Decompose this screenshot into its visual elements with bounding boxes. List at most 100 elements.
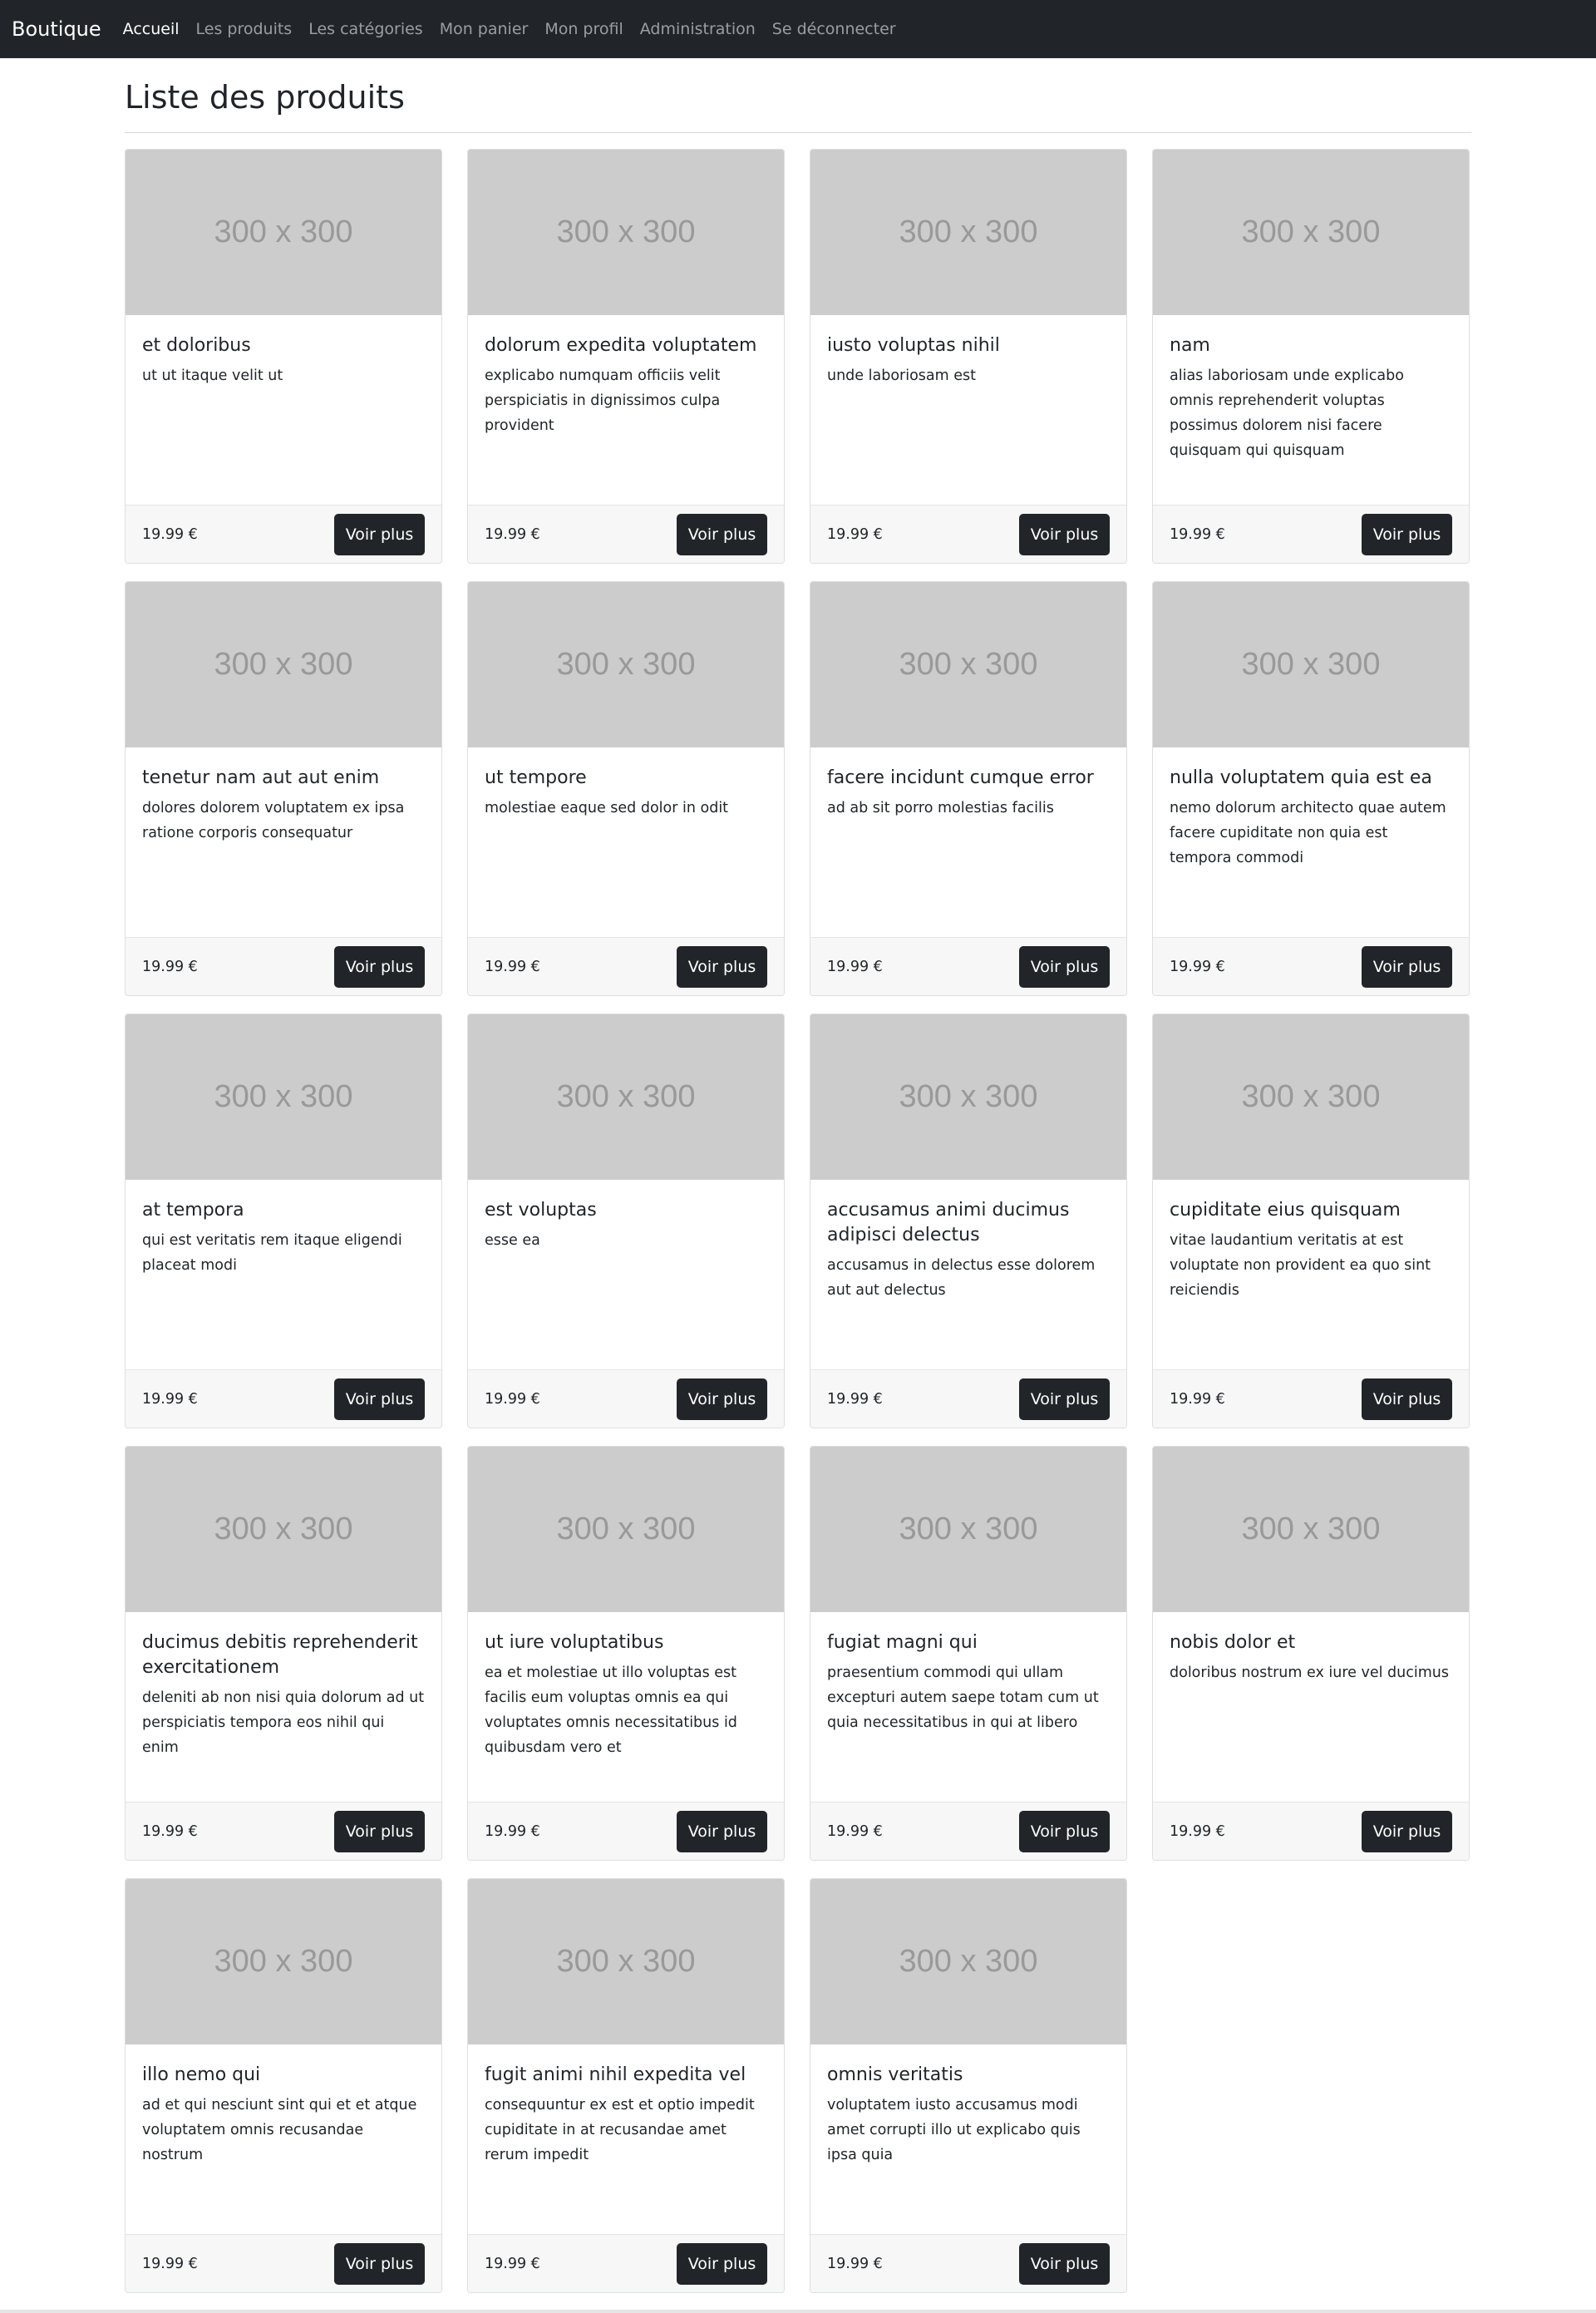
product-image: 300 x 300 [468,1447,784,1612]
image-placeholder-label: 300 x 300 [899,1512,1038,1546]
card-footer: 19.99 € Voir plus [126,1802,441,1860]
voir-plus-button[interactable]: Voir plus [677,2243,767,2285]
product-description: voluptatem iusto accusamus modi amet cor… [827,2097,1081,2163]
product-image: 300 x 300 [1153,150,1469,315]
product-title: illo nemo qui [142,2064,261,2085]
voir-plus-button[interactable]: Voir plus [677,946,767,988]
product-price: 19.99 € [485,2256,540,2272]
card-footer: 19.99 € Voir plus [126,1369,441,1428]
product-card: 300 x 300 nulla voluptatem quia est ea nem… [1152,581,1470,996]
main-content: Liste des produits 300 x 300 et doloribus… [125,58,1471,2293]
voir-plus-button[interactable]: Voir plus [1362,946,1452,988]
image-placeholder-label: 300 x 300 [899,1079,1038,1114]
image-placeholder-label: 300 x 300 [556,1079,696,1114]
product-card: 300 x 300 facere incidunt cumque error ad … [810,581,1127,996]
card-body: nam alias laboriosam unde explicabo omnis… [1153,315,1469,505]
product-title: nulla voluptatem quia est ea [1170,767,1432,788]
product-price: 19.99 € [1170,1391,1225,1408]
product-image: 300 x 300 [1153,1447,1469,1612]
nav-menu: Accueil Les produits Les catégories Mon … [115,20,904,38]
card-body: et doloribus ut ut itaque velit ut [126,315,441,505]
product-card: 300 x 300 cupiditate eius quisquam vitae l… [1152,1013,1470,1428]
image-placeholder-label: 300 x 300 [899,1944,1038,1979]
product-card: 300 x 300 ducimus debitis reprehenderit e… [125,1446,442,1861]
card-footer: 19.99 € Voir plus [810,1369,1126,1428]
product-image: 300 x 300 [810,150,1126,315]
nav-link-accueil[interactable]: Accueil [115,20,188,38]
card-body: iusto voluptas nihil unde laboriosam est [810,315,1126,505]
nav-link-panier[interactable]: Mon panier [431,20,537,38]
image-placeholder-label: 300 x 300 [899,215,1038,249]
card-footer: 19.99 € Voir plus [1153,937,1469,995]
voir-plus-button[interactable]: Voir plus [1362,1811,1452,1852]
product-title: ut tempore [485,767,587,788]
product-description: nemo dolorum architecto quae autem facer… [1170,800,1446,866]
card-footer: 19.99 € Voir plus [1153,1369,1469,1428]
nav-link-administration[interactable]: Administration [632,20,764,38]
voir-plus-button[interactable]: Voir plus [334,1378,425,1420]
product-card: 300 x 300 ut tempore molestiae eaque sed d… [467,581,785,996]
product-description: deleniti ab non nisi quia dolorum ad ut … [142,1689,425,1756]
product-image: 300 x 300 [1153,1014,1469,1180]
image-placeholder-label: 300 x 300 [556,215,696,249]
voir-plus-button[interactable]: Voir plus [1019,1811,1110,1852]
product-description: ut ut itaque velit ut [142,367,283,384]
nav-link-profil[interactable]: Mon profil [536,20,631,38]
product-image: 300 x 300 [1153,582,1469,747]
product-description: alias laboriosam unde explicabo omnis re… [1170,367,1404,459]
voir-plus-button[interactable]: Voir plus [1362,514,1452,555]
voir-plus-button[interactable]: Voir plus [677,514,767,555]
product-card: 300 x 300 et doloribus ut ut itaque velit … [125,149,442,564]
voir-plus-button[interactable]: Voir plus [334,514,425,555]
product-description: doloribus nostrum ex iure vel ducimus [1170,1664,1449,1681]
product-price: 19.99 € [827,526,883,543]
product-price: 19.99 € [485,1391,540,1408]
image-placeholder-label: 300 x 300 [1241,215,1381,249]
product-description: ea et molestiae ut illo voluptas est fac… [485,1664,737,1756]
card-footer: 19.99 € Voir plus [1153,505,1469,563]
product-card: 300 x 300 fugiat magni qui praesentium com… [810,1446,1127,1861]
product-card: 300 x 300 dolorum expedita voluptatem expl… [467,149,785,564]
product-image: 300 x 300 [126,1879,441,2044]
product-title: tenetur nam aut aut enim [142,767,380,788]
voir-plus-button[interactable]: Voir plus [1019,1378,1110,1420]
product-image: 300 x 300 [468,1879,784,2044]
product-price: 19.99 € [142,1823,198,1840]
voir-plus-button[interactable]: Voir plus [1019,2243,1110,2285]
product-title: omnis veritatis [827,2064,963,2085]
card-body: tenetur nam aut aut enim dolores dolorem … [126,747,441,937]
voir-plus-button[interactable]: Voir plus [677,1378,767,1420]
brand-link[interactable]: Boutique [12,17,101,41]
nav-link-produits[interactable]: Les produits [188,20,301,38]
product-price: 19.99 € [485,1823,540,1840]
product-image: 300 x 300 [810,1879,1126,2044]
voir-plus-button[interactable]: Voir plus [677,1811,767,1852]
product-card: 300 x 300 at tempora qui est veritatis rem… [125,1013,442,1428]
voir-plus-button[interactable]: Voir plus [334,2243,425,2285]
card-body: at tempora qui est veritatis rem itaque e… [126,1180,441,1369]
image-placeholder-label: 300 x 300 [899,647,1038,682]
voir-plus-button[interactable]: Voir plus [1019,514,1110,555]
card-footer: 19.99 € Voir plus [468,937,784,995]
voir-plus-button[interactable]: Voir plus [334,1811,425,1852]
title-divider [125,132,1471,133]
voir-plus-button[interactable]: Voir plus [334,946,425,988]
image-placeholder-label: 300 x 300 [556,1944,696,1979]
product-title: dolorum expedita voluptatem [485,335,757,356]
product-card: 300 x 300 illo nemo qui ad et qui nesciunt… [125,1878,442,2293]
product-image: 300 x 300 [810,582,1126,747]
product-card: 300 x 300 fugit animi nihil expedita vel c… [467,1878,785,2293]
product-image: 300 x 300 [126,150,441,315]
voir-plus-button[interactable]: Voir plus [1362,1378,1452,1420]
card-footer: 19.99 € Voir plus [810,1802,1126,1860]
nav-link-categories[interactable]: Les catégories [300,20,431,38]
product-title: fugit animi nihil expedita vel [485,2064,746,2085]
product-title: ducimus debitis reprehenderit exercitati… [142,1632,418,1678]
product-title: est voluptas [485,1200,597,1221]
voir-plus-button[interactable]: Voir plus [1019,946,1110,988]
nav-link-deconnexion[interactable]: Se déconnecter [764,20,904,38]
product-price: 19.99 € [827,1391,883,1408]
card-body: ducimus debitis reprehenderit exercitati… [126,1612,441,1802]
product-card: 300 x 300 ut iure voluptatibus ea et moles… [467,1446,785,1861]
image-placeholder-label: 300 x 300 [214,1079,353,1114]
